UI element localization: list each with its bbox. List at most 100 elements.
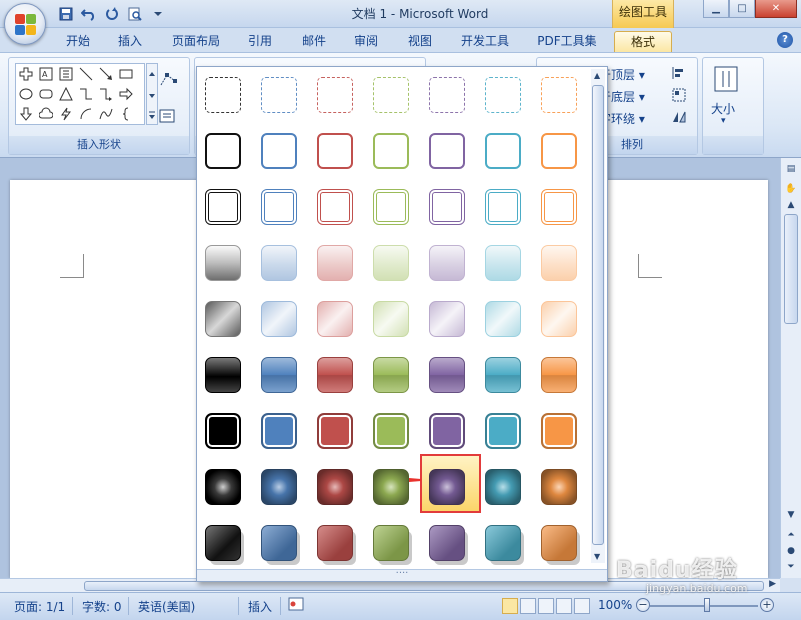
gallery-scroll-down-icon[interactable]: ▼ bbox=[594, 552, 600, 561]
gallery-scroll-thumb[interactable] bbox=[592, 85, 604, 545]
style-double-outline-blue[interactable] bbox=[261, 189, 297, 225]
down-arrow-shape-icon[interactable] bbox=[16, 104, 35, 123]
customize-qat-button[interactable] bbox=[148, 5, 168, 24]
size-dropdown-arrow[interactable]: ▾ bbox=[721, 116, 726, 126]
group-icon[interactable] bbox=[671, 88, 687, 104]
zoom-level[interactable]: 100% bbox=[598, 598, 632, 612]
brace-shape-icon[interactable] bbox=[116, 104, 135, 123]
style-double-outline-red[interactable] bbox=[317, 189, 353, 225]
scroll-up-icon[interactable]: ▲ bbox=[783, 200, 799, 214]
style-light-gradient-green[interactable] bbox=[373, 245, 409, 281]
style-outline-aqua[interactable] bbox=[485, 133, 521, 169]
style-shadowed-black[interactable] bbox=[205, 525, 241, 561]
style-dashed-outline-black[interactable] bbox=[205, 77, 241, 113]
style-diagonal-gradient-red[interactable] bbox=[317, 301, 353, 337]
close-button[interactable]: ✕ bbox=[755, 0, 797, 18]
previous-page-icon[interactable]: ⏶ bbox=[783, 530, 799, 544]
tab-insert[interactable]: 插入 bbox=[110, 31, 150, 52]
rounded-rectangle-shape-icon[interactable] bbox=[36, 84, 55, 103]
style-strong-gradient-orange[interactable] bbox=[541, 357, 577, 393]
undo-button[interactable] bbox=[79, 5, 99, 24]
style-shadowed-orange[interactable] bbox=[541, 525, 577, 561]
minimize-button[interactable]: ▁ bbox=[703, 0, 729, 18]
curve-shape-icon[interactable] bbox=[96, 104, 115, 123]
style-light-gradient-blue[interactable] bbox=[261, 245, 297, 281]
tab-home[interactable]: 开始 bbox=[58, 31, 98, 52]
align-icon[interactable] bbox=[671, 66, 687, 82]
draw-textbox-icon[interactable] bbox=[159, 108, 175, 124]
right-arrow-shape-icon[interactable] bbox=[116, 84, 135, 103]
vertical-textbox-shape-icon[interactable] bbox=[56, 64, 75, 83]
style-diagonal-gradient-blue[interactable] bbox=[261, 301, 297, 337]
style-light-gradient-black[interactable] bbox=[205, 245, 241, 281]
print-layout-view-button[interactable] bbox=[502, 598, 518, 614]
shapes-gallery[interactable]: A bbox=[15, 63, 145, 125]
style-filled-border-orange[interactable] bbox=[541, 413, 577, 449]
full-screen-reading-view-button[interactable] bbox=[520, 598, 536, 614]
style-strong-gradient-black[interactable] bbox=[205, 357, 241, 393]
macro-recording-icon[interactable] bbox=[288, 597, 304, 614]
style-glow-star-purple[interactable] bbox=[429, 469, 465, 505]
style-filled-border-purple[interactable] bbox=[429, 413, 465, 449]
triangle-shape-icon[interactable] bbox=[56, 84, 75, 103]
print-preview-button[interactable] bbox=[125, 5, 145, 24]
style-dashed-outline-green[interactable] bbox=[373, 77, 409, 113]
gallery-scrollbar[interactable]: ▲ ▼ bbox=[591, 69, 605, 563]
style-outline-purple[interactable] bbox=[429, 133, 465, 169]
style-dashed-outline-aqua[interactable] bbox=[485, 77, 521, 113]
style-shadowed-purple[interactable] bbox=[429, 525, 465, 561]
redo-button[interactable] bbox=[102, 5, 122, 24]
style-dashed-outline-orange[interactable] bbox=[541, 77, 577, 113]
style-double-outline-aqua[interactable] bbox=[485, 189, 521, 225]
style-strong-gradient-green[interactable] bbox=[373, 357, 409, 393]
tab-developer[interactable]: 开发工具 bbox=[452, 31, 518, 52]
style-glow-star-blue[interactable] bbox=[261, 469, 297, 505]
style-filled-border-red[interactable] bbox=[317, 413, 353, 449]
style-shadowed-blue[interactable] bbox=[261, 525, 297, 561]
style-dashed-outline-purple[interactable] bbox=[429, 77, 465, 113]
page-count[interactable]: 页面: 1/1 bbox=[14, 598, 65, 615]
style-glow-star-aqua[interactable] bbox=[485, 469, 521, 505]
rectangle-shape-icon[interactable] bbox=[116, 64, 135, 83]
edit-points-icon[interactable] bbox=[159, 72, 177, 88]
style-light-gradient-orange[interactable] bbox=[541, 245, 577, 281]
style-double-outline-purple[interactable] bbox=[429, 189, 465, 225]
textbox-shape-icon[interactable]: A bbox=[36, 64, 55, 83]
help-icon[interactable]: ? bbox=[777, 32, 793, 48]
scroll-down-icon[interactable]: ▼ bbox=[783, 510, 799, 524]
style-glow-star-green[interactable] bbox=[373, 469, 409, 505]
style-filled-border-aqua[interactable] bbox=[485, 413, 521, 449]
style-glow-star-red[interactable] bbox=[317, 469, 353, 505]
style-glow-star-orange[interactable] bbox=[541, 469, 577, 505]
elbow-connector-shape-icon[interactable] bbox=[76, 84, 95, 103]
tab-review[interactable]: 审阅 bbox=[346, 31, 386, 52]
gallery-resize-grip[interactable]: ···· bbox=[197, 569, 607, 581]
style-shadowed-aqua[interactable] bbox=[485, 525, 521, 561]
zoom-slider-thumb[interactable] bbox=[704, 598, 710, 612]
style-outline-red[interactable] bbox=[317, 133, 353, 169]
style-shadowed-green[interactable] bbox=[373, 525, 409, 561]
language-status[interactable]: 英语(美国) bbox=[138, 598, 195, 615]
tab-pdf-tools[interactable]: PDF工具集 bbox=[530, 31, 604, 52]
cloud-shape-icon[interactable] bbox=[36, 104, 55, 123]
style-filled-border-blue[interactable] bbox=[261, 413, 297, 449]
tab-page-layout[interactable]: 页面布局 bbox=[164, 31, 228, 52]
style-dashed-outline-blue[interactable] bbox=[261, 77, 297, 113]
outline-view-button[interactable] bbox=[556, 598, 572, 614]
tab-format[interactable]: 格式 bbox=[614, 31, 672, 52]
style-diagonal-gradient-black[interactable] bbox=[205, 301, 241, 337]
style-strong-gradient-red[interactable] bbox=[317, 357, 353, 393]
tab-references[interactable]: 引用 bbox=[240, 31, 280, 52]
style-strong-gradient-purple[interactable] bbox=[429, 357, 465, 393]
style-diagonal-gradient-orange[interactable] bbox=[541, 301, 577, 337]
vertical-scrollbar[interactable]: ▤ ✋ ▲ ▼ ⏶ ● ⏷ bbox=[780, 158, 801, 578]
style-filled-border-black[interactable] bbox=[205, 413, 241, 449]
lightning-shape-icon[interactable] bbox=[56, 104, 75, 123]
style-shadowed-red[interactable] bbox=[317, 525, 353, 561]
arc-shape-icon[interactable] bbox=[76, 104, 95, 123]
shapes-gallery-scroll[interactable] bbox=[146, 63, 158, 125]
maximize-button[interactable]: □ bbox=[729, 0, 755, 18]
size-button[interactable] bbox=[711, 64, 741, 94]
draft-view-button[interactable] bbox=[574, 598, 590, 614]
style-diagonal-gradient-purple[interactable] bbox=[429, 301, 465, 337]
